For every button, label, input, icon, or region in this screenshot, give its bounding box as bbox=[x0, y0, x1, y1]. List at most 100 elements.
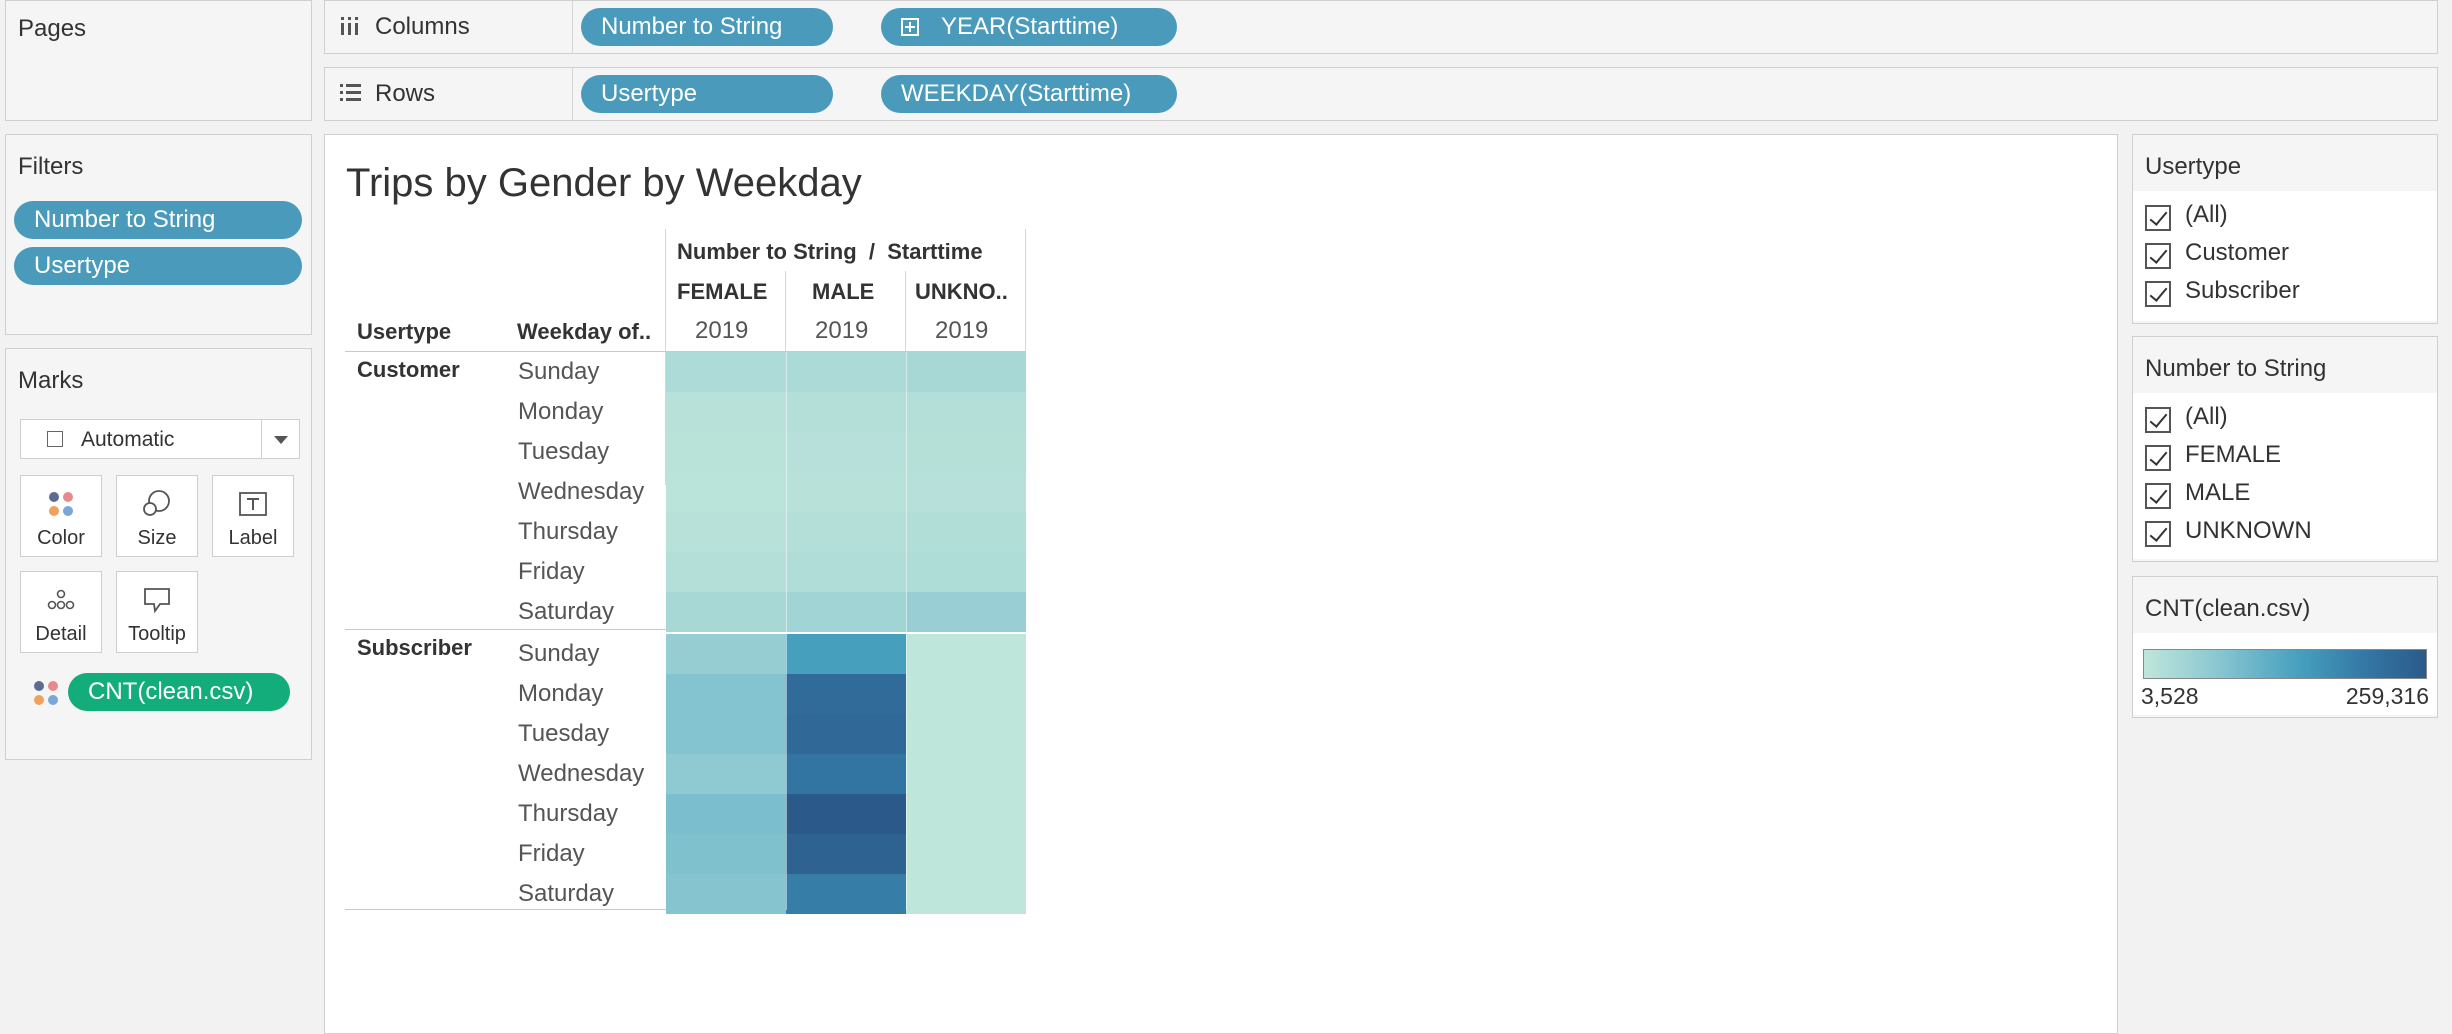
heatmap-cell[interactable] bbox=[666, 472, 786, 512]
heatmap-cell[interactable] bbox=[786, 552, 906, 592]
heatmap-cell[interactable] bbox=[906, 552, 1026, 592]
heatmap-cell[interactable] bbox=[906, 512, 1026, 552]
color-field-pill[interactable]: CNT(clean.csv) bbox=[68, 673, 290, 711]
checkbox-checked-icon[interactable] bbox=[2145, 483, 2171, 509]
rows-pill-usertype[interactable]: Usertype bbox=[581, 75, 833, 113]
gender-filter-male-label: MALE bbox=[2185, 479, 2251, 506]
tooltip-button[interactable]: Tooltip bbox=[116, 571, 198, 653]
heatmap-cell[interactable] bbox=[666, 432, 786, 472]
checkbox-checked-icon[interactable] bbox=[2145, 205, 2171, 231]
checkbox-checked-icon[interactable] bbox=[2145, 521, 2171, 547]
color-legend-title: CNT(clean.csv) bbox=[2145, 595, 2311, 622]
heatmap-cell[interactable] bbox=[666, 674, 786, 714]
color-button[interactable]: Color bbox=[20, 475, 102, 557]
dropdown-divider bbox=[261, 420, 262, 458]
detail-icon bbox=[47, 589, 75, 610]
mark-type-dropdown[interactable]: Automatic bbox=[20, 419, 300, 459]
checkbox-checked-icon[interactable] bbox=[2145, 281, 2171, 307]
checkbox-checked-icon[interactable] bbox=[2145, 243, 2171, 269]
heatmap-cell[interactable] bbox=[786, 432, 906, 472]
rows-shelf[interactable]: Rows Usertype WEEKDAY(Starttime) bbox=[324, 67, 2438, 121]
heatmap-cell[interactable] bbox=[906, 472, 1026, 512]
detail-button[interactable]: Detail bbox=[20, 571, 102, 653]
heatmap-cell[interactable] bbox=[786, 674, 906, 714]
heatmap-cell[interactable] bbox=[906, 794, 1026, 834]
heatmap-cell[interactable] bbox=[786, 592, 906, 632]
filter-pill-usertype[interactable]: Usertype bbox=[14, 247, 302, 285]
heatmap-cell[interactable] bbox=[786, 794, 906, 834]
heatmap-cell[interactable] bbox=[786, 754, 906, 794]
gender-filter-card: Number to String (All) FEMALE MALE UNKNO… bbox=[2132, 336, 2438, 562]
row-header-usertype: Usertype bbox=[357, 319, 452, 344]
heatmap-cell[interactable] bbox=[906, 352, 1026, 392]
heatmap-cell[interactable] bbox=[786, 634, 906, 674]
usertype-filter-list: (All) Customer Subscriber bbox=[2133, 191, 2437, 321]
rows-shelf-label: Rows bbox=[325, 68, 573, 120]
rows-label: Rows bbox=[375, 80, 436, 107]
gender-filter-title: Number to String bbox=[2145, 355, 2327, 382]
heatmap-cell[interactable] bbox=[906, 874, 1026, 914]
col-header-top: Number to String / Starttime bbox=[677, 239, 983, 264]
heatmap-cell[interactable] bbox=[666, 634, 786, 674]
col-year-unknown: 2019 bbox=[935, 317, 989, 344]
heatmap-cell[interactable] bbox=[666, 874, 786, 914]
marks-panel: Marks Automatic Color Size Label Detail bbox=[5, 348, 312, 760]
weekday-label: Friday bbox=[518, 840, 585, 867]
color-legend-ramp bbox=[2143, 649, 2427, 679]
heatmap-cell[interactable] bbox=[786, 352, 906, 392]
rows-pill-weekday-starttime[interactable]: WEEKDAY(Starttime) bbox=[881, 75, 1177, 113]
filters-title: Filters bbox=[18, 153, 84, 180]
heatmap-cell[interactable] bbox=[786, 714, 906, 754]
heatmap-cell[interactable] bbox=[906, 714, 1026, 754]
chevron-down-icon[interactable] bbox=[273, 435, 289, 445]
mark-type-icon bbox=[47, 431, 63, 447]
heatmap-cell[interactable] bbox=[786, 512, 906, 552]
usertype-filter-card: Usertype (All) Customer Subscriber bbox=[2132, 134, 2438, 324]
columns-shelf[interactable]: Columns Number to String YEAR(Starttime) bbox=[324, 0, 2438, 54]
view-title: Trips by Gender by Weekday bbox=[346, 161, 862, 205]
heatmap-cell[interactable] bbox=[666, 754, 786, 794]
color-legend-max: 259,316 bbox=[2345, 683, 2429, 709]
color-legend-min: 3,528 bbox=[2141, 683, 2199, 709]
weekday-label: Wednesday bbox=[518, 478, 645, 505]
columns-pill-number-to-string[interactable]: Number to String bbox=[581, 8, 833, 46]
tooltip-label: Tooltip bbox=[128, 623, 186, 645]
size-button[interactable]: Size bbox=[116, 475, 198, 557]
heatmap-cell[interactable] bbox=[786, 472, 906, 512]
heatmap-cell[interactable] bbox=[786, 874, 906, 914]
checkbox-checked-icon[interactable] bbox=[2145, 445, 2171, 471]
weekday-label: Monday bbox=[518, 398, 604, 425]
weekday-label: Thursday bbox=[518, 518, 619, 545]
heatmap-cell[interactable] bbox=[666, 352, 786, 392]
gender-filter-all-label: (All) bbox=[2185, 403, 2228, 430]
weekday-label: Tuesday bbox=[518, 720, 610, 747]
heatmap-cell[interactable] bbox=[666, 834, 786, 874]
heatmap-cell[interactable] bbox=[786, 834, 906, 874]
heatmap-cell[interactable] bbox=[906, 634, 1026, 674]
color-icon bbox=[49, 492, 73, 516]
expand-icon[interactable] bbox=[901, 18, 919, 36]
heatmap-cell[interactable] bbox=[906, 392, 1026, 432]
heatmap-cell[interactable] bbox=[906, 432, 1026, 472]
columns-pill-year-starttime[interactable]: YEAR(Starttime) bbox=[881, 8, 1177, 46]
filter-pill-number-to-string[interactable]: Number to String bbox=[14, 201, 302, 239]
heatmap-cell[interactable] bbox=[666, 392, 786, 432]
heatmap-cell[interactable] bbox=[666, 512, 786, 552]
heatmap-cell[interactable] bbox=[666, 714, 786, 754]
heatmap-cell[interactable] bbox=[906, 592, 1026, 632]
heatmap-cell[interactable] bbox=[666, 552, 786, 592]
size-icon bbox=[143, 490, 170, 516]
heatmap-grid bbox=[666, 352, 1026, 914]
heatmap-cell[interactable] bbox=[906, 834, 1026, 874]
heatmap-cell[interactable] bbox=[786, 392, 906, 432]
heatmap-cell[interactable] bbox=[666, 592, 786, 632]
heatmap-column-separator bbox=[906, 352, 907, 910]
pages-panel: Pages bbox=[5, 0, 312, 121]
heatmap-cell[interactable] bbox=[666, 794, 786, 834]
weekday-label: Sunday bbox=[518, 358, 600, 385]
heatmap-cell[interactable] bbox=[906, 754, 1026, 794]
color-label: Color bbox=[37, 527, 85, 549]
checkbox-checked-icon[interactable] bbox=[2145, 407, 2171, 433]
label-button[interactable]: Label bbox=[212, 475, 294, 557]
heatmap-cell[interactable] bbox=[906, 674, 1026, 714]
